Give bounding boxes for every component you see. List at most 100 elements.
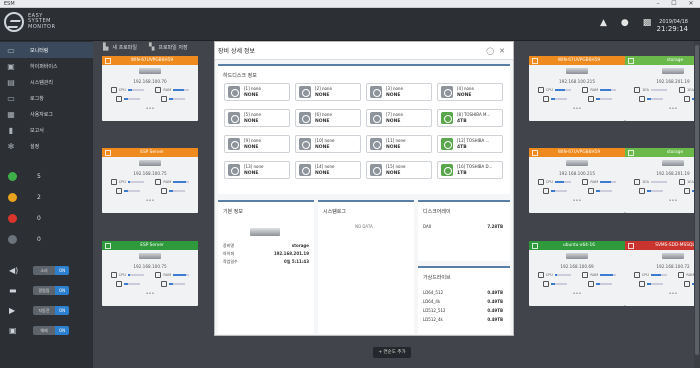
select-checkbox[interactable] [532,149,538,156]
save-profile-button[interactable]: ▚ 프로파일 저장 [149,43,188,51]
scrollbar[interactable] [694,41,700,368]
select-checkbox[interactable] [628,149,634,156]
select-checkbox[interactable] [105,149,111,156]
toggle-row: ◀) 소리 ON [0,260,93,280]
server-disk-metrics [625,281,700,287]
cpu-label: CPU [641,273,649,277]
disk-icon [370,112,382,124]
bell-icon[interactable]: ▲ [600,18,607,28]
sidebar-item[interactable]: ▮ 보고서 [0,122,93,138]
server-name: storage [666,58,684,63]
more-button[interactable]: ••• [102,106,198,112]
maximize-button[interactable]: ☐ [667,0,681,8]
more-button[interactable]: ••• [529,198,625,204]
sidebar-item[interactable]: ✻ 설정 [0,138,93,154]
hdd-slot[interactable]: [3] none NONE [366,83,432,101]
server-card[interactable]: WIN-67UVPGB6H59 192.168.100.215 CPU RAM ••• [529,56,625,121]
hdd-slot[interactable]: [9] none NONE [224,135,290,153]
clock: 2019/04/18 21:29:14 [657,19,688,33]
disk-icon [638,188,645,194]
sidebar-item-label: 보고서 [30,127,44,134]
hdd-slot[interactable]: [1] none NONE [224,83,290,101]
server-card[interactable]: SVMS-SDD-MSSQL 192.168.100.72 CPU RAM ••• [625,241,700,306]
message-icon[interactable]: ▩ [643,18,652,28]
hdd-slot[interactable]: [2] none NONE [295,83,361,101]
select-checkbox[interactable] [105,57,111,64]
disk-slot-name: [5] none [244,112,261,117]
toggle-switch[interactable]: 해제 ON [33,325,70,335]
server-card[interactable]: ESP Server 192.168.100.75 CPU RAM ••• [102,241,198,306]
select-checkbox[interactable] [532,57,538,64]
server-card[interactable]: WIN-67UVPGB6H59 192.168.100.215 CPU RAM ••• [529,148,625,213]
more-button[interactable]: ••• [625,198,700,204]
close-button[interactable]: ✕ [684,0,698,8]
disk-bar [646,190,663,192]
device-detail-modal: 장비 상세 정보 ◯ ✕ 하드디스크 정보 [1] none NONE [2] no… [214,41,514,336]
toggle-switch[interactable]: 알람팝업ON [33,285,70,295]
server-card[interactable]: storage 192.168.201.19 1EA 1EA ••• [625,148,700,213]
user-icon[interactable]: ● [621,18,629,28]
select-checkbox[interactable] [628,57,634,64]
server-card[interactable]: WIN-67UVPGB6H59 192.168.100.70 CPU RAM ••• [102,56,198,121]
sidebar-item[interactable]: ▭ 모니터링 [0,42,93,58]
more-button[interactable]: ••• [102,291,198,297]
server-card[interactable]: ESP Server 192.168.100.75 CPU RAM ••• [102,148,198,213]
disk-info: [14] none NONE [315,164,334,176]
hdd-slot[interactable]: [14] none NONE [295,161,361,179]
modal-close-icon[interactable]: ✕ [499,47,505,55]
more-button[interactable]: ••• [529,291,625,297]
sidebar-item[interactable]: ▣ 하이퍼바이스 [0,58,93,74]
toggle-switch[interactable]: 소리 ON [33,265,70,275]
more-button[interactable]: ••• [102,198,198,204]
cpu-bar [555,181,571,183]
sidebar-item[interactable]: ▭ 로그창 [0,90,93,106]
disk-icon [441,86,453,98]
hdd-slot[interactable]: [4] none NONE [437,83,503,101]
hdd-slot[interactable]: [5] none NONE [224,109,290,127]
server-name: storage [666,150,684,155]
status-count-row[interactable]: 5 [0,166,93,187]
metric-ram: RAM [155,272,190,278]
hdd-slot[interactable]: [15] none NONE [366,161,432,179]
status-count-row[interactable]: 0 [0,208,93,229]
select-checkbox[interactable] [628,242,634,249]
ram-label: RAM [590,88,599,92]
more-button[interactable]: ••• [625,291,700,297]
disk-icon [441,112,453,124]
toggle-off-label: 자동전환 [33,305,55,315]
ram-icon [155,87,162,93]
server-image [250,228,280,236]
refresh-icon[interactable]: ◯ [486,47,494,55]
sidebar-item[interactable]: ▤ 시스템관리 [0,74,93,90]
status-count-row[interactable]: 2 [0,187,93,208]
hdd-slot[interactable]: [16] TOSHIBA D... 1TB [437,161,503,179]
hdd-slot[interactable]: [13] none NONE [224,161,290,179]
add-button[interactable]: + 연순도 추가 [373,347,411,358]
disk-icon [370,164,382,176]
select-checkbox[interactable] [105,242,111,249]
new-profile-button[interactable]: ▙ 새 프로파일 [103,43,137,51]
more-button[interactable]: ••• [529,106,625,112]
hdd-slot[interactable]: [10] none NONE [295,135,361,153]
select-checkbox[interactable] [532,242,538,249]
status-count: 5 [37,173,41,180]
more-button[interactable]: ••• [625,106,700,112]
server-card[interactable]: ubuntu-x64-16 192.168.100.69 CPU RAM ••• [529,241,625,306]
hdd-slot[interactable]: [8] TOSHIBA M... 4TB [437,109,503,127]
syslog-empty: NO DATA [355,224,373,229]
hdd-slot[interactable]: [11] none NONE [366,135,432,153]
toggle-switch[interactable]: 자동전환ON [33,305,70,315]
virtual-drive-row: LD64_512 0.49TB [423,290,503,295]
hdd-slot[interactable]: [6] none NONE [295,109,361,127]
server-card-header: SVMS-SDD-MSSQL [625,241,700,250]
server-card-header: WIN-67UVPGB6H59 [102,56,198,65]
sidebar-item[interactable]: ▦ 사용자로그 [0,106,93,122]
hdd-slot[interactable]: [7] none NONE [366,109,432,127]
cpu-icon [110,179,117,185]
cpu-bar [651,181,667,183]
scrollbar-thumb[interactable] [695,45,699,355]
status-count-row[interactable]: 0 [0,229,93,250]
minimize-button[interactable]: – [651,0,665,8]
hdd-slot[interactable]: [12] TOSHIBA ... 4TB [437,135,503,153]
server-card[interactable]: storage 192.168.201.19 1EA 1EA ••• [625,56,700,121]
